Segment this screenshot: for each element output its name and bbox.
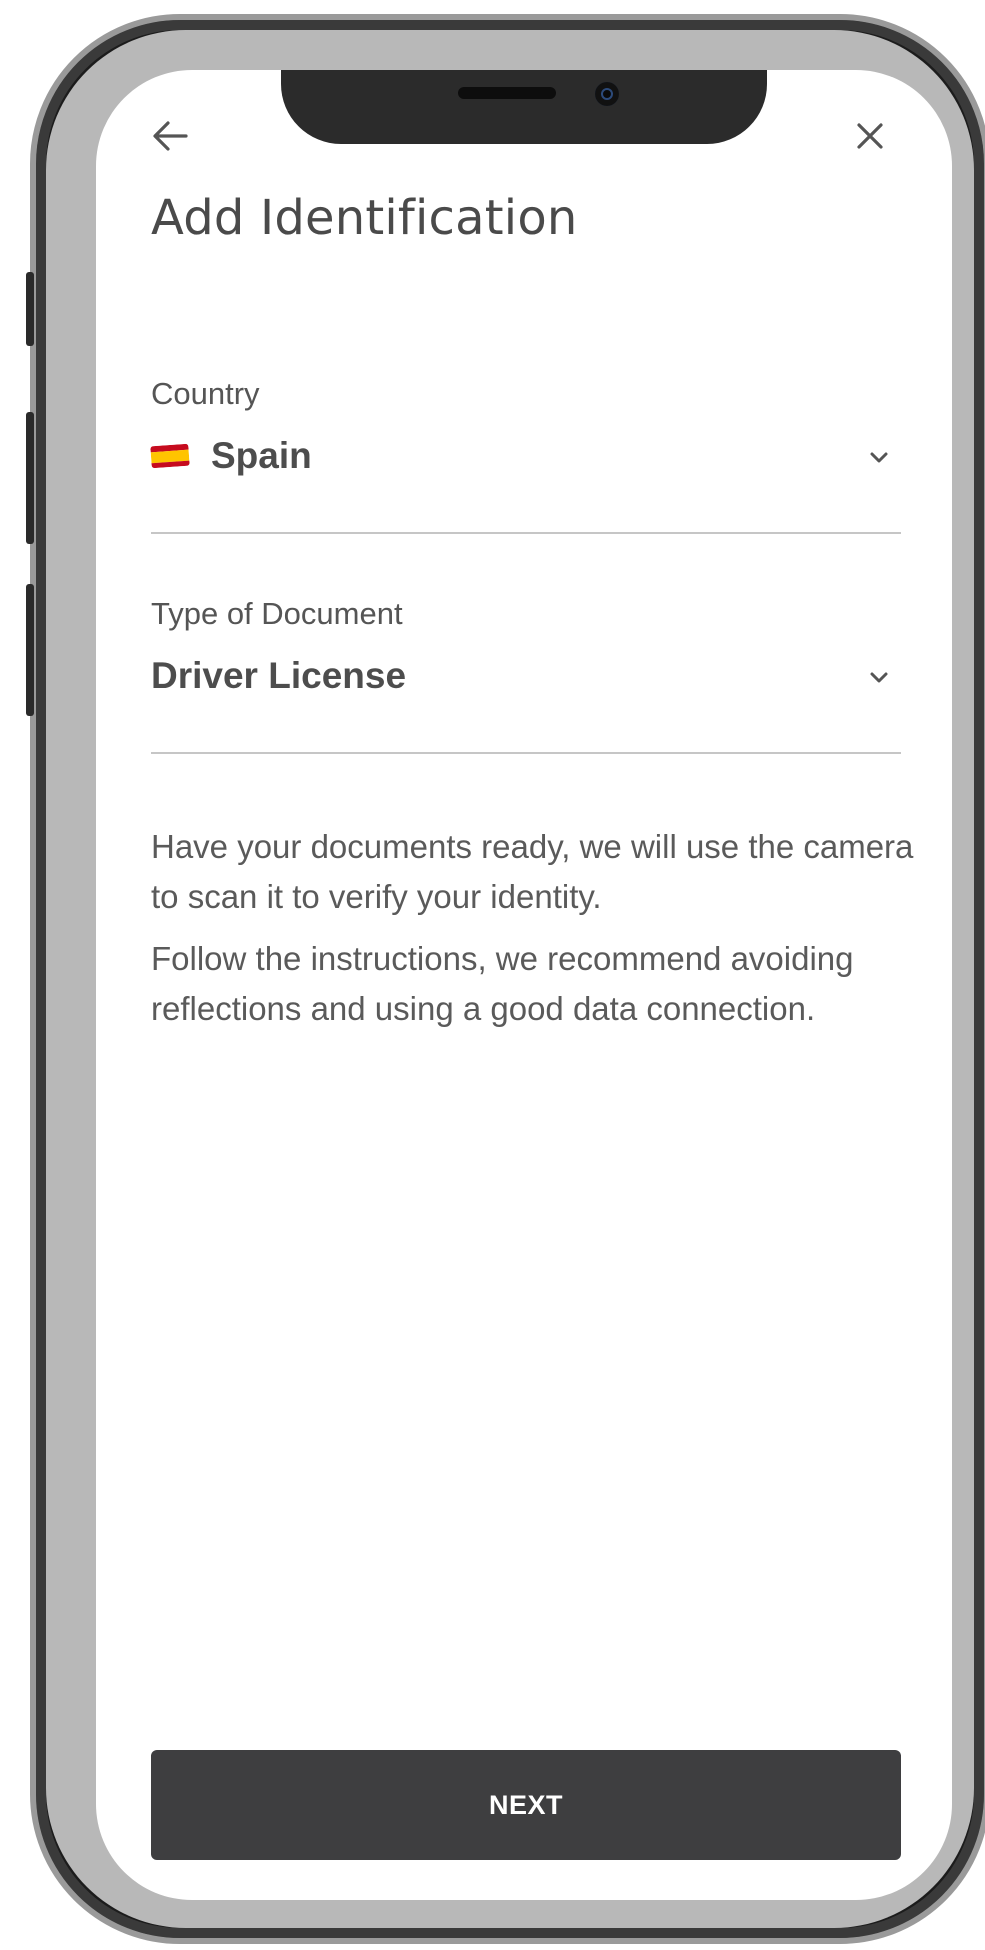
mute-switch <box>26 272 34 346</box>
next-button[interactable]: NEXT <box>151 1750 901 1860</box>
country-select[interactable]: Country Spain <box>150 376 901 534</box>
volume-up-button <box>26 412 34 544</box>
notch <box>281 70 767 144</box>
back-button[interactable] <box>146 112 194 160</box>
close-icon <box>846 112 894 160</box>
speaker-grille <box>458 87 556 99</box>
instructions-paragraph-2: Follow the instructions, we recommend av… <box>151 940 854 1027</box>
front-camera <box>595 82 619 106</box>
country-label: Country <box>151 376 260 411</box>
document-type-select[interactable]: Type of Document Driver License <box>151 596 901 754</box>
arrow-left-icon <box>146 112 194 160</box>
country-value-row: Spain <box>150 431 312 481</box>
document-type-value-row: Driver License <box>151 651 406 701</box>
country-value: Spain <box>211 435 312 476</box>
chevron-down-icon <box>865 444 893 472</box>
instructions-text: Have your documents ready, we will use t… <box>151 822 921 1046</box>
close-button[interactable] <box>846 112 894 160</box>
instructions-paragraph-1: Have your documents ready, we will use t… <box>151 828 914 915</box>
document-type-value: Driver License <box>151 655 407 696</box>
chevron-down-icon <box>865 664 893 692</box>
spain-flag-icon <box>150 443 190 469</box>
phone-screen: Add Identification Country Spain Type of… <box>96 70 952 1900</box>
volume-down-button <box>26 584 34 716</box>
page-title: Add Identification <box>151 190 578 246</box>
document-type-label: Type of Document <box>151 596 403 631</box>
